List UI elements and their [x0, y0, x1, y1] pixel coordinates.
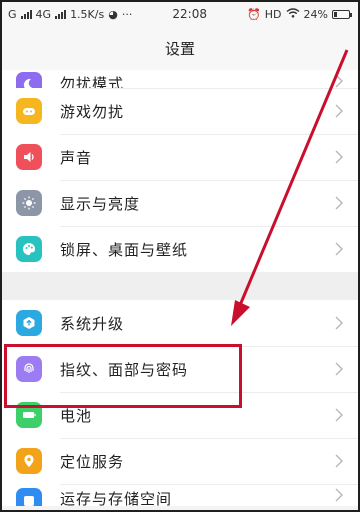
chevron-right-icon: [335, 104, 343, 118]
battery-icon: [16, 402, 42, 428]
network-speed: 1.5K/s: [70, 7, 105, 21]
item-label: 勿扰模式: [60, 75, 125, 88]
item-label: 显示与亮度: [60, 194, 141, 213]
more-notifications-icon: ···: [121, 7, 133, 21]
item-label: 游戏勿扰: [60, 102, 125, 121]
item-label: 系统升级: [60, 314, 125, 333]
chevron-right-icon: [335, 488, 343, 502]
page-header: 设置: [2, 26, 358, 70]
palette-icon: [16, 236, 42, 262]
battery-percent: 24%: [303, 7, 328, 21]
chevron-right-icon: [335, 74, 343, 88]
group1-item-2[interactable]: 声音: [2, 134, 358, 180]
carrier-label-2: 4G: [35, 7, 52, 21]
chevron-right-icon: [335, 408, 343, 422]
speaker-icon: [16, 144, 42, 170]
location-icon: [16, 448, 42, 474]
group2-item-3[interactable]: 定位服务: [2, 438, 358, 484]
chevron-right-icon: [335, 150, 343, 164]
group2-item-1[interactable]: 指纹、面部与密码: [2, 346, 358, 392]
group2-item-0[interactable]: 系统升级: [2, 300, 358, 346]
status-bar: G 4G 1.5K/s ◕ ··· 22:08 ⏰ HD 24%: [2, 2, 358, 26]
alarm-icon: ⏰: [247, 7, 261, 21]
page-title: 设置: [164, 39, 195, 58]
hd-badge: HD: [264, 7, 282, 21]
group-divider: [2, 272, 358, 300]
moon-icon: [16, 72, 42, 88]
group2-item-2[interactable]: 电池: [2, 392, 358, 438]
wifi-icon: [286, 7, 300, 21]
upgrade-icon: [16, 310, 42, 336]
settings-group-1: 勿扰模式游戏勿扰声音显示与亮度锁屏、桌面与壁纸: [2, 70, 358, 272]
data-saver-icon: ◕: [108, 7, 118, 21]
chevron-right-icon: [335, 454, 343, 468]
carrier-label-1: G: [8, 7, 17, 21]
chevron-right-icon: [335, 196, 343, 210]
group1-item-3[interactable]: 显示与亮度: [2, 180, 358, 226]
item-label: 定位服务: [60, 452, 125, 471]
chevron-right-icon: [335, 316, 343, 330]
group1-item-0[interactable]: 勿扰模式: [2, 70, 358, 88]
signal-icon: [20, 9, 32, 19]
status-right: ⏰ HD 24%: [247, 7, 352, 21]
item-label: 声音: [60, 148, 93, 167]
item-label: 指纹、面部与密码: [60, 360, 189, 379]
status-left: G 4G 1.5K/s ◕ ···: [8, 8, 132, 21]
battery-icon: [331, 9, 352, 19]
group1-item-4[interactable]: 锁屏、桌面与壁纸: [2, 226, 358, 272]
group1-item-1[interactable]: 游戏勿扰: [2, 88, 358, 134]
gamepad-icon: [16, 98, 42, 124]
chevron-right-icon: [335, 362, 343, 376]
storage-icon: [16, 488, 42, 506]
item-label: 锁屏、桌面与壁纸: [60, 240, 189, 259]
signal-icon-2: [55, 9, 67, 19]
item-label: 运存与存储空间: [60, 490, 173, 506]
sun-icon: [16, 190, 42, 216]
chevron-right-icon: [335, 242, 343, 256]
settings-group-2: 系统升级指纹、面部与密码 电池定位服务运存与存储空间: [2, 300, 358, 506]
item-label: 电池: [60, 406, 93, 425]
fingerprint-icon: [16, 356, 42, 382]
clock: 22:08: [172, 7, 207, 21]
group2-item-4[interactable]: 运存与存储空间: [2, 484, 358, 506]
